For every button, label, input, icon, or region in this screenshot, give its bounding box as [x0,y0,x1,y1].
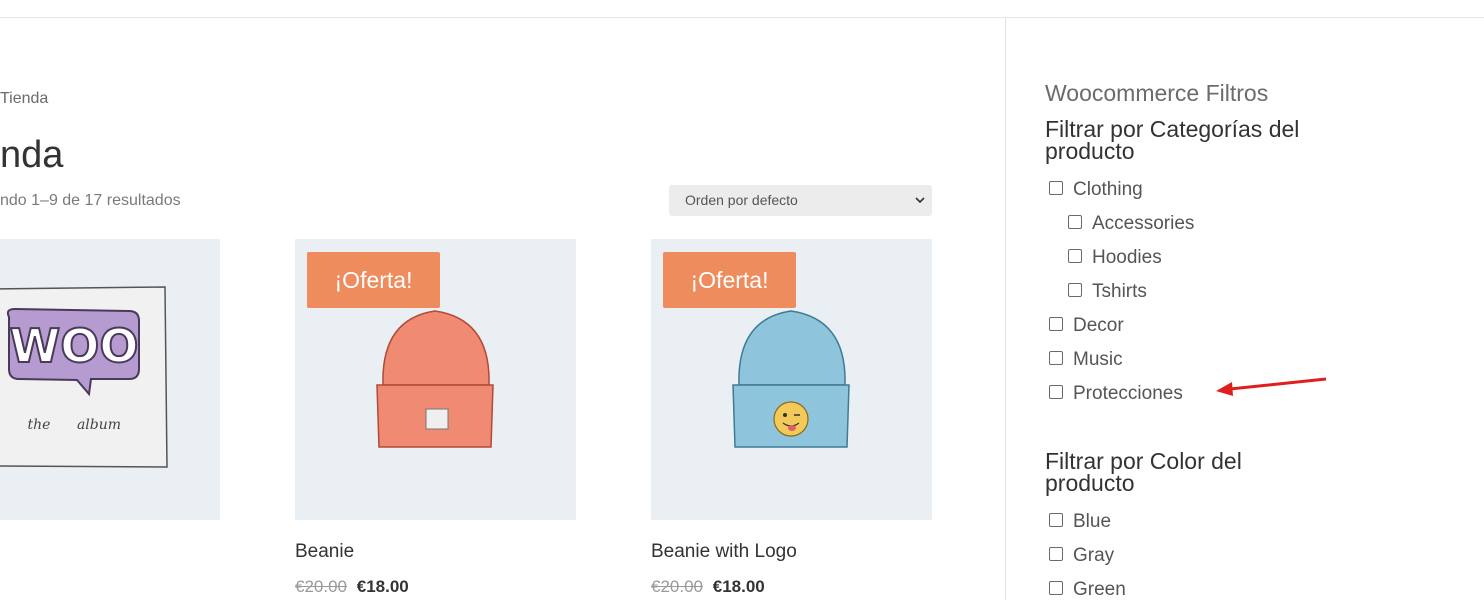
filter-label: Clothing [1073,179,1143,200]
filter-category-tshirts[interactable]: Tshirts [1068,281,1147,303]
filter-color-blue[interactable]: Blue [1049,511,1111,533]
sidebar-divider [1005,18,1006,600]
filter-label: Music [1073,349,1123,370]
checkbox[interactable] [1049,384,1063,399]
filter-label: Accessories [1092,213,1195,234]
product-card-beanie-with-logo[interactable]: ¡Oferta! Beanie with Logo €20.00 €18.00 [651,239,932,596]
sort-select-value: Orden por defecto [685,192,798,208]
product-name[interactable]: Beanie with Logo [651,541,797,563]
filter-label: Gray [1073,545,1115,566]
checkbox[interactable] [1049,180,1063,195]
filter-label: Protecciones [1073,383,1183,404]
result-count: ndo 1–9 de 17 resultados [0,192,181,209]
checkbox[interactable] [1049,512,1063,527]
sale-badge: ¡Oferta! [307,252,440,308]
widget-title: Woocommerce Filtros [1045,80,1269,106]
breadcrumb[interactable]: Tienda [0,90,48,108]
filter-label: Blue [1073,511,1112,532]
album-art: WOO the album [0,286,168,468]
page-title: nda [0,134,64,176]
product-name[interactable]: Beanie [295,541,354,563]
filter-color-gray[interactable]: Gray [1049,545,1114,567]
album-logo-text: WOO [10,319,139,373]
filter-label: Decor [1073,315,1124,336]
product-price: €20.00 €18.00 [295,577,409,597]
album-caption-left: the [28,417,51,433]
filter-label: Tshirts [1092,281,1147,302]
filter-category-hoodies[interactable]: Hoodies [1068,247,1162,269]
chevron-down-icon [915,197,925,204]
product-card-album[interactable]: WOO the album [0,239,220,520]
top-nav-bar [0,0,1484,18]
filter-category-decor[interactable]: Decor [1049,315,1124,337]
filter-label: Green [1073,579,1126,600]
product-image-beanie[interactable]: ¡Oferta! [295,239,576,520]
annotation-arrow-icon [1216,377,1327,396]
filter-category-music[interactable]: Music [1049,349,1123,371]
old-price: €20.00 [651,577,703,596]
product-card-beanie[interactable]: ¡Oferta! Beanie €20.00 €18.00 [295,239,576,596]
checkbox[interactable] [1068,282,1082,297]
old-price: €20.00 [295,577,347,596]
product-image-album[interactable]: WOO the album [0,239,220,520]
color-filter-heading: Filtrar por Color del producto [1045,448,1242,496]
product-price: €20.00 €18.00 [651,577,765,597]
filter-category-clothing[interactable]: Clothing [1049,179,1143,201]
product-image-beanie-with-logo[interactable]: ¡Oferta! [651,239,932,520]
filter-color-green[interactable]: Green [1049,579,1126,601]
sale-badge: ¡Oferta! [663,252,796,308]
filter-category-accessories[interactable]: Accessories [1068,213,1194,235]
sort-select[interactable]: Orden por defecto [669,185,932,216]
sale-price: €18.00 [712,577,765,596]
checkbox[interactable] [1049,350,1063,365]
checkbox[interactable] [1049,316,1063,331]
checkbox[interactable] [1049,546,1063,561]
checkbox[interactable] [1049,580,1063,595]
filter-label: Hoodies [1092,247,1162,268]
checkbox[interactable] [1068,214,1082,229]
filter-category-protecciones[interactable]: Protecciones [1049,383,1183,405]
album-caption-right: album [77,417,121,433]
sale-price: €18.00 [356,577,409,596]
category-filter-heading: Filtrar por Categorías del producto [1045,116,1300,164]
checkbox[interactable] [1068,248,1082,263]
